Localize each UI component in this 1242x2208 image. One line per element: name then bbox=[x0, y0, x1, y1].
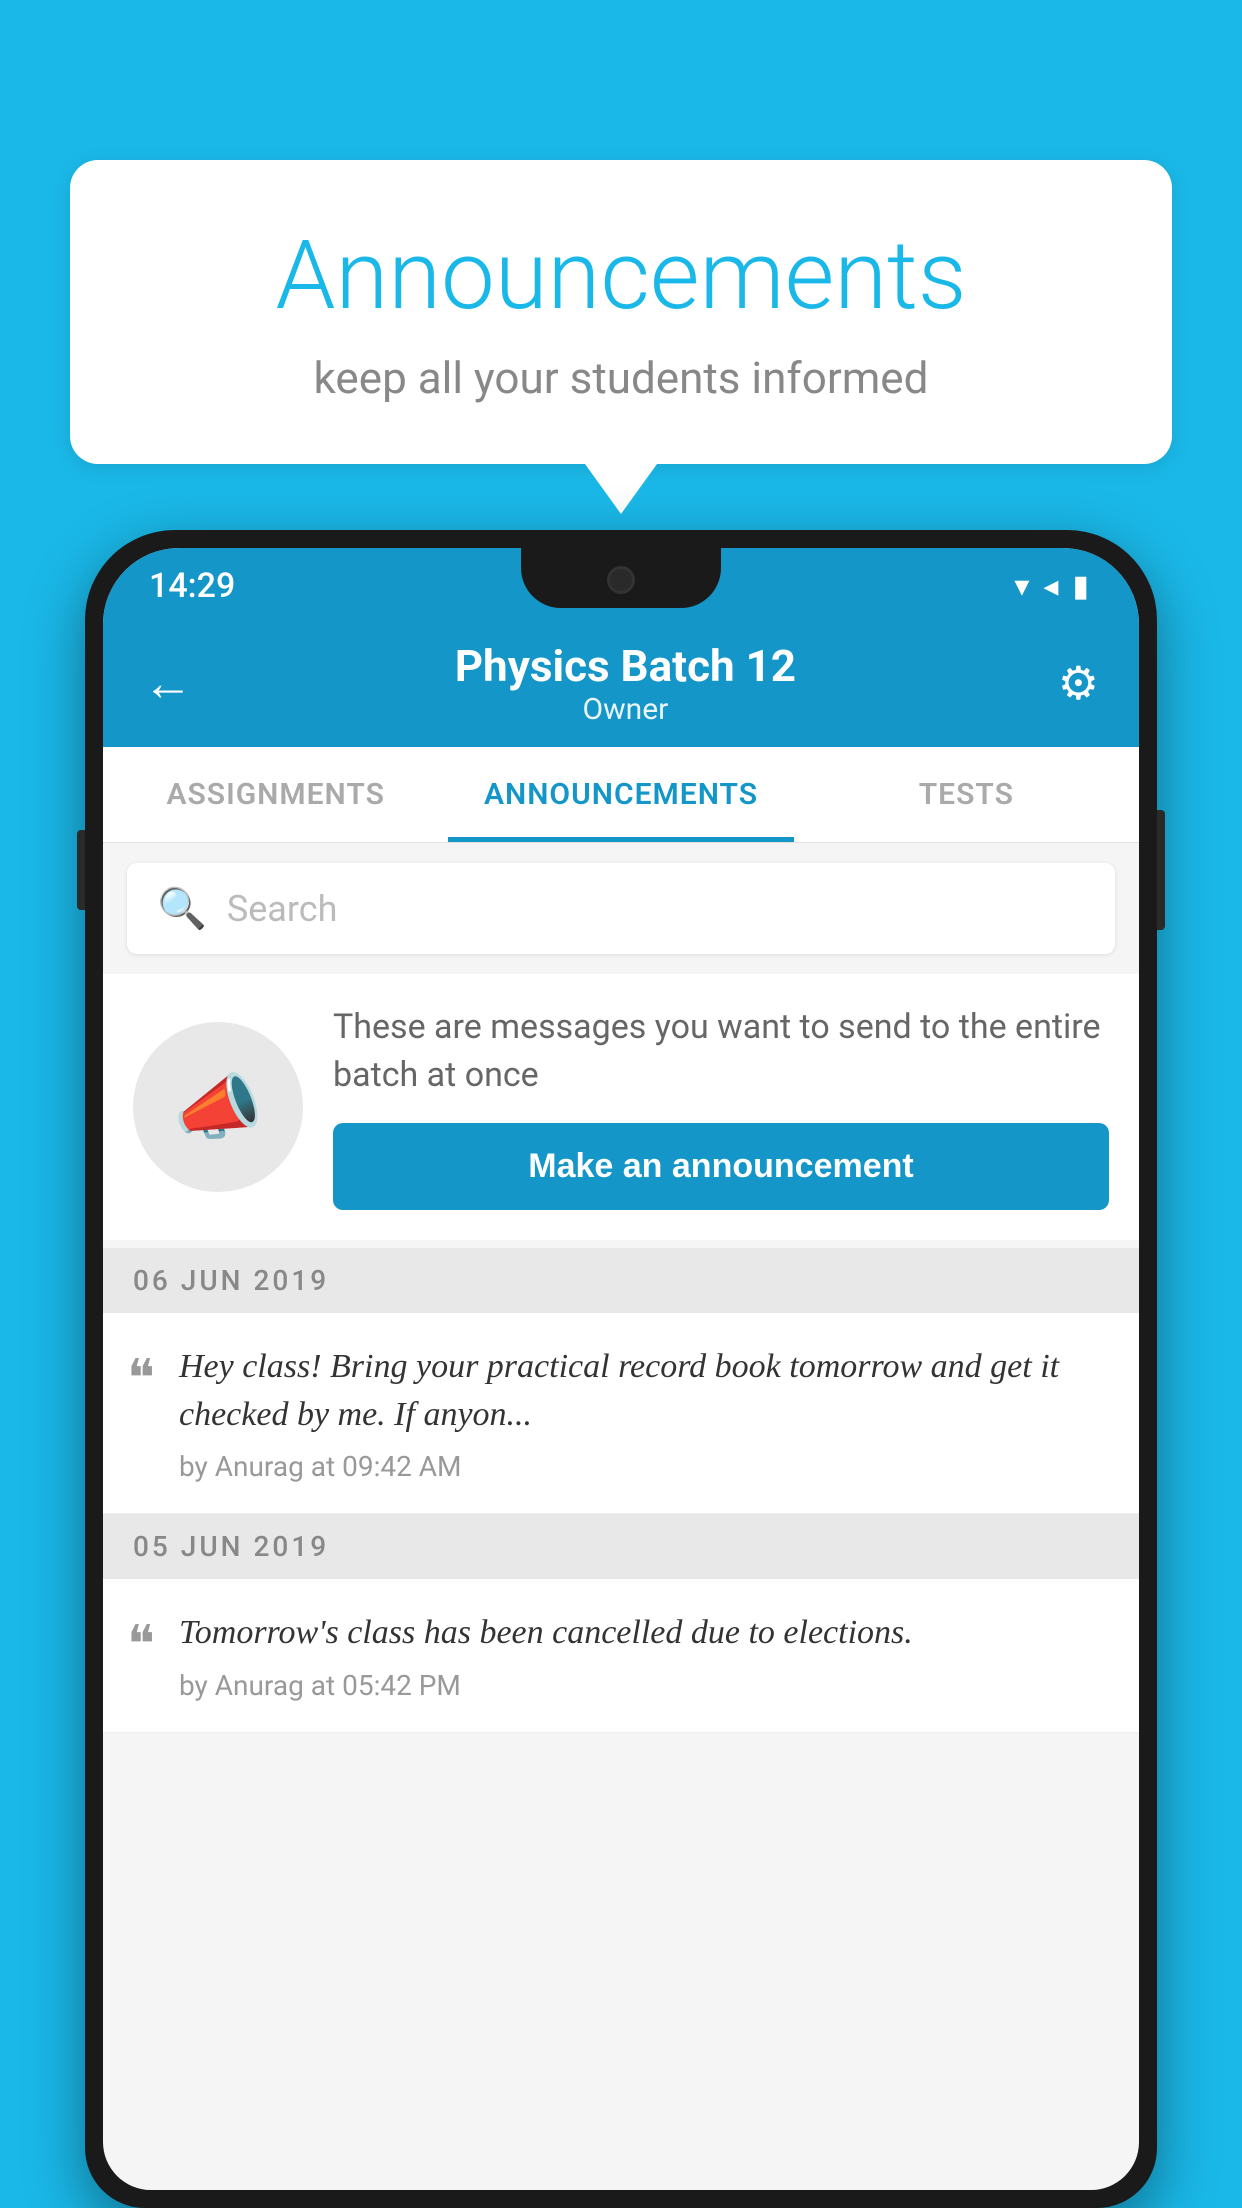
promo-icon-circle: 📣 bbox=[133, 1022, 303, 1192]
tabs-container: ASSIGNMENTS ANNOUNCEMENTS TESTS bbox=[103, 747, 1139, 843]
header-title: Physics Batch 12 bbox=[455, 640, 796, 692]
bubble-tail bbox=[585, 464, 657, 514]
volume-button-left bbox=[77, 830, 85, 910]
notch bbox=[521, 548, 721, 608]
announcement-item-1[interactable]: ❝ Hey class! Bring your practical record… bbox=[103, 1313, 1139, 1514]
date-separator-1: 06 JUN 2019 bbox=[103, 1248, 1139, 1313]
search-bar[interactable]: 🔍 Search bbox=[127, 863, 1115, 954]
search-icon: 🔍 bbox=[157, 885, 207, 932]
announcement-text-1: Hey class! Bring your practical record b… bbox=[179, 1343, 1109, 1438]
bubble-subtitle: keep all your students informed bbox=[150, 352, 1092, 404]
status-time: 14:29 bbox=[149, 566, 235, 606]
settings-button[interactable]: ⚙ bbox=[1058, 656, 1099, 711]
tab-announcements[interactable]: ANNOUNCEMENTS bbox=[448, 747, 793, 842]
header-center: Physics Batch 12 Owner bbox=[455, 640, 796, 727]
speech-bubble-card: Announcements keep all your students inf… bbox=[70, 160, 1172, 464]
make-announcement-button[interactable]: Make an announcement bbox=[333, 1123, 1109, 1210]
announcement-text-2: Tomorrow's class has been cancelled due … bbox=[179, 1609, 1109, 1657]
announcement-meta-1: by Anurag at 09:42 AM bbox=[179, 1450, 1109, 1483]
speech-bubble-section: Announcements keep all your students inf… bbox=[70, 160, 1172, 514]
power-button-right bbox=[1157, 810, 1165, 930]
announcement-item-2[interactable]: ❝ Tomorrow's class has been cancelled du… bbox=[103, 1579, 1139, 1733]
date-separator-2: 05 JUN 2019 bbox=[103, 1514, 1139, 1579]
back-button[interactable]: ← bbox=[143, 654, 193, 713]
app-header: ← Physics Batch 12 Owner ⚙ bbox=[103, 616, 1139, 747]
content-area: 🔍 Search 📣 These are messages you want t… bbox=[103, 863, 1139, 1733]
megaphone-icon: 📣 bbox=[173, 1065, 263, 1150]
front-camera bbox=[607, 566, 635, 594]
tab-tests[interactable]: TESTS bbox=[794, 747, 1139, 842]
announcement-content-1: Hey class! Bring your practical record b… bbox=[179, 1343, 1109, 1483]
bubble-title: Announcements bbox=[150, 220, 1092, 332]
promo-description: These are messages you want to send to t… bbox=[333, 1004, 1109, 1099]
search-placeholder: Search bbox=[227, 888, 338, 930]
phone-screen: 14:29 ▾ ◂ ▮ ← Physics Batch 12 Owner ⚙ A… bbox=[103, 548, 1139, 2190]
quote-icon-2: ❝ bbox=[127, 1615, 155, 1675]
announcement-promo: 📣 These are messages you want to send to… bbox=[103, 974, 1139, 1240]
promo-right: These are messages you want to send to t… bbox=[333, 1004, 1109, 1210]
signal-icon: ◂ bbox=[1043, 569, 1058, 604]
wifi-icon: ▾ bbox=[1014, 569, 1029, 604]
announcement-meta-2: by Anurag at 05:42 PM bbox=[179, 1669, 1109, 1702]
tab-assignments[interactable]: ASSIGNMENTS bbox=[103, 747, 448, 842]
status-icons: ▾ ◂ ▮ bbox=[1014, 569, 1089, 604]
header-subtitle: Owner bbox=[455, 692, 796, 727]
battery-icon: ▮ bbox=[1072, 569, 1089, 604]
phone-frame: 14:29 ▾ ◂ ▮ ← Physics Batch 12 Owner ⚙ A… bbox=[85, 530, 1157, 2208]
announcement-content-2: Tomorrow's class has been cancelled due … bbox=[179, 1609, 1109, 1702]
quote-icon-1: ❝ bbox=[127, 1349, 155, 1409]
